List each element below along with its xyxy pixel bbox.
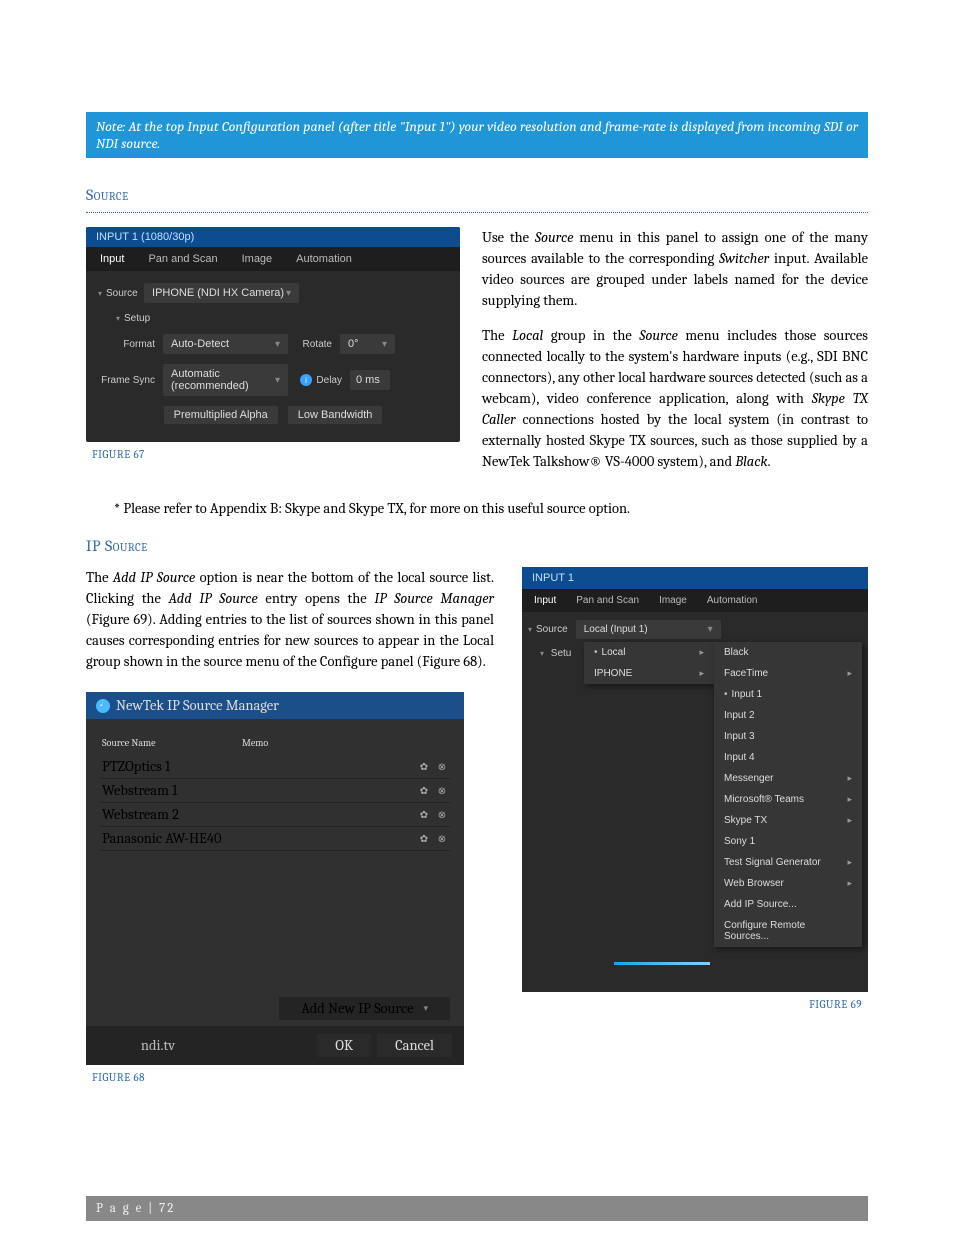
menu-item-skype-tx[interactable]: Skype TX	[714, 810, 862, 831]
low-bandwidth-toggle[interactable]: Low Bandwidth	[288, 406, 383, 424]
tab-input[interactable]: Input	[100, 253, 124, 265]
format-dropdown[interactable]: Auto-Detect	[163, 334, 288, 354]
rotate-dropdown[interactable]: 0°	[340, 334, 395, 354]
source-dropdown[interactable]: Local (Input 1)	[576, 620, 721, 639]
format-label: Format	[98, 339, 163, 350]
delay-label: Delay	[316, 375, 350, 386]
ok-button[interactable]: OK	[317, 1034, 371, 1057]
menu-item-facetime[interactable]: FaceTime	[714, 663, 862, 684]
newtek-logo-icon	[96, 699, 110, 713]
add-new-ip-source-button[interactable]: Add New IP Source ▾	[279, 997, 450, 1020]
chevron-down-icon[interactable]: ▾	[540, 649, 544, 658]
setup-label: Setu	[551, 648, 572, 659]
menu-item-input1[interactable]: Input 1	[714, 684, 862, 705]
close-icon[interactable]	[436, 833, 448, 845]
col-source-name: Source Name	[102, 737, 242, 749]
tab-automation[interactable]: Automation	[296, 253, 352, 265]
menu-item-add-ip-source[interactable]: Add IP Source...	[714, 894, 862, 915]
menu-item-configure-remote[interactable]: Configure Remote Sources...	[714, 915, 862, 947]
figure-69-caption: FIGURE 69	[803, 998, 868, 1011]
cursor-trail-icon	[614, 962, 710, 965]
premultiplied-alpha-toggle[interactable]: Premultiplied Alpha	[164, 406, 278, 424]
tab-automation[interactable]: Automation	[707, 595, 758, 606]
source-label: Source	[536, 624, 568, 635]
chevron-down-icon[interactable]: ▾	[98, 289, 102, 298]
col-memo: Memo	[242, 737, 268, 749]
source-dropdown[interactable]: IPHONE (NDI HX Camera)	[144, 283, 299, 303]
close-icon[interactable]	[436, 785, 448, 797]
figure-68-caption: FIGURE 68	[86, 1071, 494, 1084]
menu-item-web-browser[interactable]: Web Browser	[714, 873, 862, 894]
close-icon[interactable]	[436, 761, 448, 773]
delay-field[interactable]: 0 ms	[350, 370, 390, 390]
menu-item-black[interactable]: Black	[714, 642, 862, 663]
setup-label: Setup	[124, 313, 158, 324]
gear-icon[interactable]	[418, 785, 430, 797]
figure-69-panel: INPUT 1 Input Pan and Scan Image Automat…	[522, 567, 868, 992]
ip-source-paragraph: The Add IP Source option is near the bot…	[86, 567, 494, 672]
chevron-down-icon: ▾	[423, 1004, 428, 1014]
menu-item-local[interactable]: Local	[584, 642, 714, 663]
menu-item-iphone[interactable]: IPHONE	[584, 663, 714, 684]
menu-item-input2[interactable]: Input 2	[714, 705, 862, 726]
appendix-note: * Please refer to Appendix B: Skype and …	[114, 500, 868, 517]
section-heading-ip-source: IP Source	[86, 537, 868, 555]
close-icon[interactable]	[436, 809, 448, 821]
source-description-column: Use the Source menu in this panel to ass…	[482, 227, 868, 486]
menu-item-test-signal[interactable]: Test Signal Generator	[714, 852, 862, 873]
info-icon[interactable]: i	[300, 374, 312, 386]
figure-68-panel: NewTek IP Source Manager Source Name Mem…	[86, 692, 464, 1065]
gear-icon[interactable]	[418, 809, 430, 821]
gear-icon[interactable]	[418, 761, 430, 773]
source-label: Source	[106, 288, 144, 299]
rotate-label: Rotate	[296, 339, 340, 350]
gear-icon[interactable]	[418, 833, 430, 845]
note-text: Note: At the top Input Configuration pan…	[96, 118, 858, 152]
dotted-rule	[86, 212, 868, 213]
source-menu-level2: Black FaceTime Input 1 Input 2 Input 3 I…	[714, 642, 862, 947]
panel-title: INPUT 1	[522, 567, 868, 589]
tab-input[interactable]: Input	[534, 595, 556, 606]
note-banner: Note: At the top Input Configuration pan…	[86, 112, 868, 158]
frame-sync-dropdown[interactable]: Automatic (recommended)	[163, 364, 288, 396]
table-row[interactable]: PTZOptics 1	[100, 755, 450, 779]
ip-source-manager-title: NewTek IP Source Manager	[86, 692, 464, 719]
table-row[interactable]: Webstream 1	[100, 779, 450, 803]
menu-item-input3[interactable]: Input 3	[714, 726, 862, 747]
chevron-down-icon[interactable]: ▾	[528, 625, 532, 634]
tab-pan-and-scan[interactable]: Pan and Scan	[148, 253, 217, 265]
table-row[interactable]: Panasonic AW-HE40	[100, 827, 450, 851]
section-heading-source: Source	[86, 186, 868, 213]
cancel-button[interactable]: Cancel	[377, 1034, 452, 1057]
figure-67-caption: FIGURE 67	[86, 448, 460, 461]
menu-item-teams[interactable]: Microsoft® Teams	[714, 789, 862, 810]
chevron-down-icon[interactable]: ▾	[116, 314, 120, 323]
ndi-link[interactable]: ndi.tv	[98, 1037, 218, 1054]
page-footer: P a g e | 72	[86, 1196, 868, 1221]
source-heading-text: Source	[86, 186, 868, 204]
source-menu-level1: Local IPHONE	[584, 642, 714, 684]
menu-item-messenger[interactable]: Messenger	[714, 768, 862, 789]
table-row[interactable]: Webstream 2	[100, 803, 450, 827]
panel-tabs: Input Pan and Scan Image Automation	[86, 247, 460, 271]
menu-item-input4[interactable]: Input 4	[714, 747, 862, 768]
tab-image[interactable]: Image	[242, 253, 273, 265]
menu-item-sony[interactable]: Sony 1	[714, 831, 862, 852]
panel-title: INPUT 1 (1080/30p)	[86, 227, 460, 247]
frame-sync-label: Frame Sync	[98, 375, 163, 386]
figure-67-panel: INPUT 1 (1080/30p) Input Pan and Scan Im…	[86, 227, 460, 442]
tab-image[interactable]: Image	[659, 595, 687, 606]
tab-pan-and-scan[interactable]: Pan and Scan	[576, 595, 639, 606]
